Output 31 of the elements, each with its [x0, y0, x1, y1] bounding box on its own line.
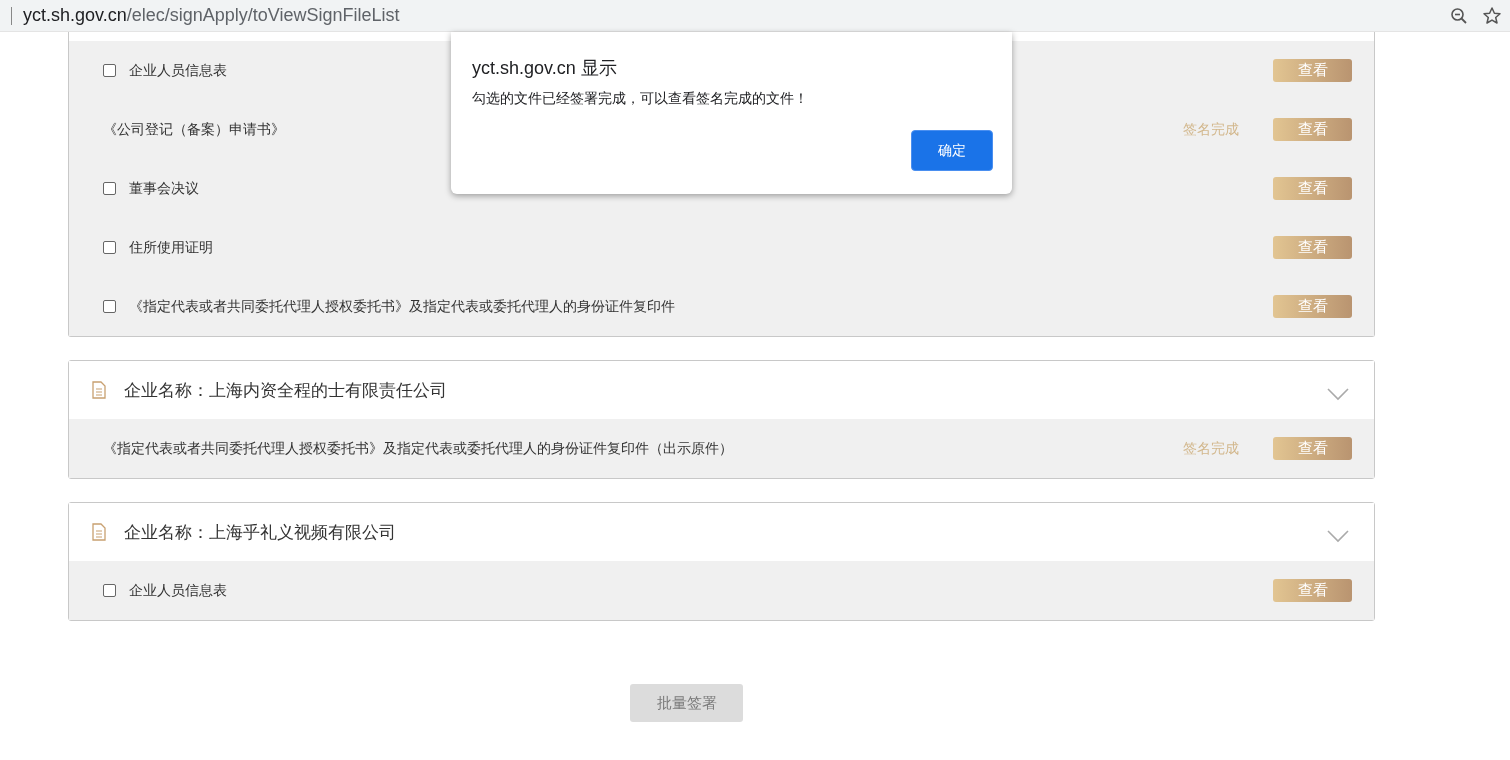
ok-button[interactable]: 确定 [911, 130, 993, 171]
zoom-out-icon[interactable] [1450, 6, 1468, 25]
url-text[interactable]: yct.sh.gov.cn/elec/signApply/toViewSignFileList [23, 5, 400, 26]
file-name: 《指定代表或者共同委托代理人授权委托书》及指定代表或委托代理人的身份证件复印件（出示原件） [103, 439, 733, 458]
view-button[interactable]: 查看 [1273, 437, 1352, 460]
view-button[interactable]: 查看 [1273, 236, 1352, 259]
file-name: 董事会决议 [129, 179, 199, 198]
document-icon [92, 523, 106, 541]
document-icon [92, 381, 106, 399]
view-button[interactable]: 查看 [1273, 579, 1352, 602]
checkbox[interactable] [103, 584, 116, 597]
file-name: 住所使用证明 [129, 238, 213, 257]
view-button[interactable]: 查看 [1273, 118, 1352, 141]
file-name: 企业人员信息表 [129, 61, 227, 80]
sign-status: 签名完成 [1183, 120, 1239, 139]
company-name: 企业名称：上海内资全程的士有限责任公司 [124, 379, 447, 402]
file-name: 《公司登记（备案）申请书》 [103, 120, 285, 139]
checkbox[interactable] [103, 182, 116, 195]
checkbox[interactable] [103, 300, 116, 313]
company-name: 企业名称：上海乎礼义视频有限公司 [124, 521, 396, 544]
view-button[interactable]: 查看 [1273, 177, 1352, 200]
dialog-title: yct.sh.gov.cn 显示 [472, 57, 618, 80]
checkbox[interactable] [103, 64, 116, 77]
sign-status: 签名完成 [1183, 439, 1239, 458]
view-button[interactable]: 查看 [1273, 59, 1352, 82]
star-icon[interactable] [1482, 5, 1502, 26]
view-button[interactable]: 查看 [1273, 295, 1352, 318]
checkbox[interactable] [103, 241, 116, 254]
dialog-message: 勾选的文件已经签署完成，可以查看签名完成的文件！ [472, 90, 809, 108]
file-name: 《指定代表或者共同委托代理人授权委托书》及指定代表或委托代理人的身份证件复印件 [129, 297, 675, 316]
file-name: 企业人员信息表 [129, 581, 227, 600]
